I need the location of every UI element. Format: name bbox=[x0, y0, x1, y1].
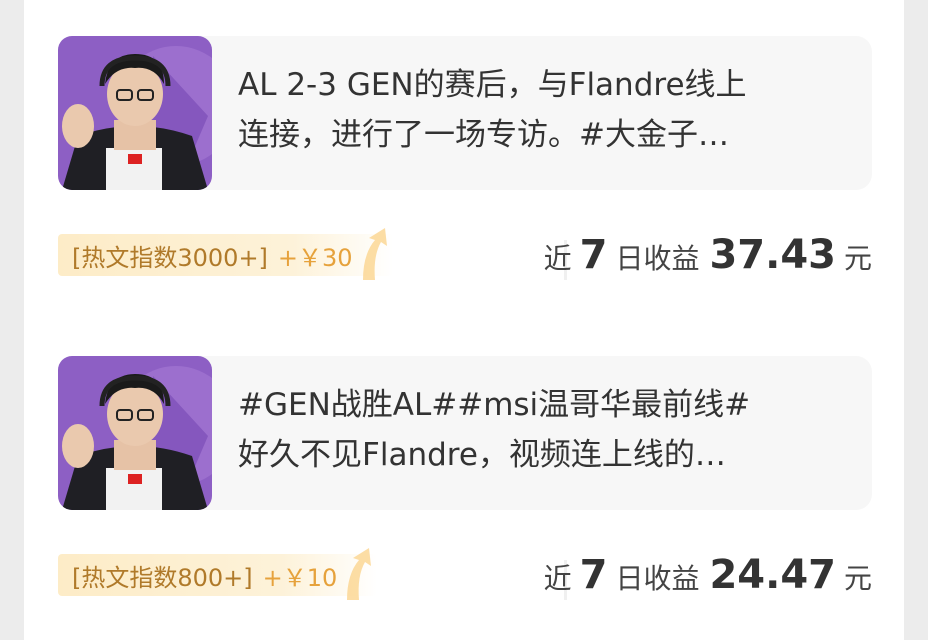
earnings-amount: 37.43 bbox=[709, 232, 836, 278]
post-thumbnail[interactable] bbox=[58, 356, 212, 510]
earnings-days: 7 bbox=[579, 552, 608, 598]
earnings-label: 日收益 bbox=[615, 242, 700, 275]
up-arrow-icon bbox=[347, 548, 372, 600]
thumbnail-image bbox=[58, 36, 212, 190]
earnings-days: 7 bbox=[579, 232, 608, 278]
hot-index-badge: [热文指数3000+] +￥30 bbox=[58, 228, 393, 280]
post-card[interactable]: #GEN战胜AL##msi温哥华最前线# 好久不见Flandre，视频连上线的… bbox=[58, 356, 872, 510]
post-card[interactable]: AL 2-3 GEN的赛后，与Flandre线上 连接，进行了一场专访。#大金子… bbox=[58, 36, 872, 190]
up-arrow-icon bbox=[362, 228, 387, 280]
hot-index-label: [热文指数3000+] bbox=[72, 243, 268, 272]
seven-day-earnings: 近 7 日收益 24.47 元 bbox=[544, 552, 872, 602]
post-title-line1: AL 2-3 GEN的赛后，与Flandre线上 bbox=[238, 67, 747, 103]
earnings-prefix: 近 bbox=[543, 242, 572, 275]
post-thumbnail[interactable] bbox=[58, 36, 212, 190]
earnings-unit: 元 bbox=[843, 562, 872, 595]
reward-amount: +￥10 bbox=[262, 563, 338, 592]
post-title[interactable]: #GEN战胜AL##msi温哥华最前线# 好久不见Flandre，视频连上线的… bbox=[238, 380, 858, 480]
reward-amount: +￥30 bbox=[277, 243, 353, 272]
seven-day-earnings: 近 7 日收益 37.43 元 bbox=[544, 232, 872, 282]
earnings-amount: 24.47 bbox=[709, 552, 836, 598]
post-title-line1: #GEN战胜AL##msi温哥华最前线# bbox=[238, 387, 751, 423]
hot-index-badge: [热文指数800+] +￥10 bbox=[58, 548, 378, 600]
hot-index-label: [热文指数800+] bbox=[72, 563, 253, 592]
post-list-panel: AL 2-3 GEN的赛后，与Flandre线上 连接，进行了一场专访。#大金子… bbox=[24, 0, 904, 640]
post-title[interactable]: AL 2-3 GEN的赛后，与Flandre线上 连接，进行了一场专访。#大金子… bbox=[238, 60, 858, 160]
earnings-prefix: 近 bbox=[543, 562, 572, 595]
post-title-line2: 连接，进行了一场专访。#大金子… bbox=[238, 117, 729, 153]
thumbnail-image bbox=[58, 356, 212, 510]
post-title-line2: 好久不见Flandre，视频连上线的… bbox=[238, 437, 726, 473]
earnings-label: 日收益 bbox=[615, 562, 700, 595]
earnings-unit: 元 bbox=[843, 242, 872, 275]
